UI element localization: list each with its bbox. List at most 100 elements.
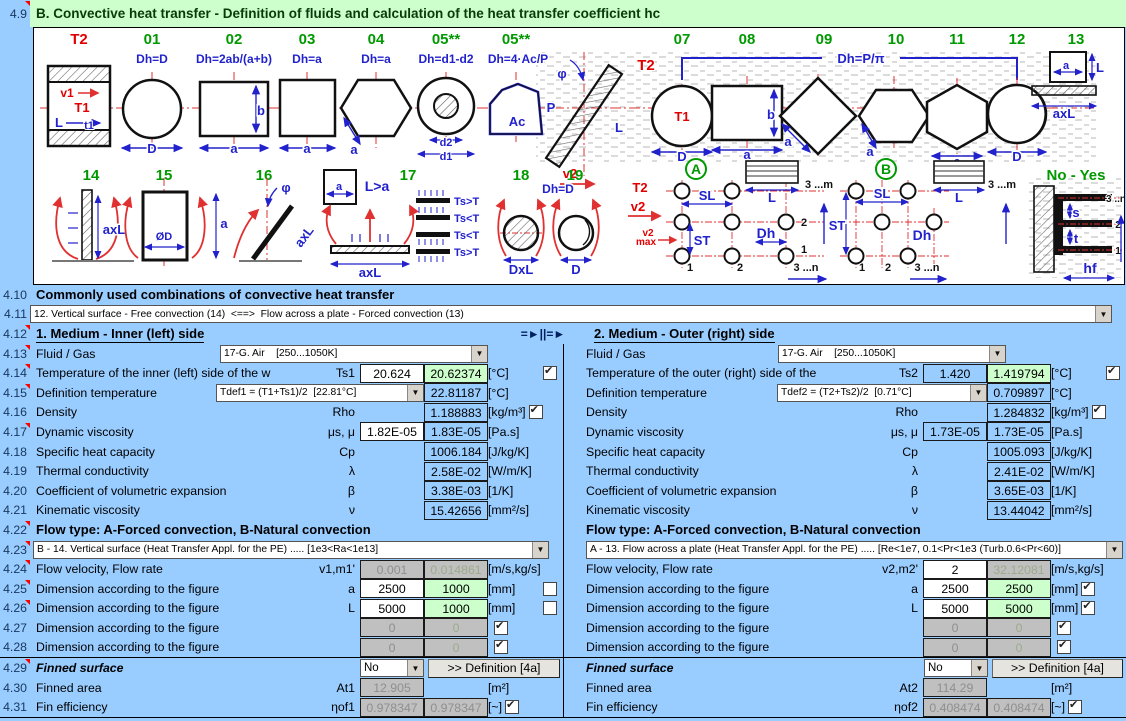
index-3n: 3 ..n <box>1106 194 1124 205</box>
field-label: Temperature of the inner (left) side of … <box>30 366 303 380</box>
dim-d: D <box>677 149 686 164</box>
unit-label: [m²] <box>1051 681 1072 695</box>
symbol-label: ν <box>866 503 923 517</box>
field-label: Dimension according to the figure <box>30 601 303 615</box>
unit-label: [~] <box>488 700 502 714</box>
checkbox[interactable] <box>494 621 508 635</box>
field-label: Density <box>30 405 303 419</box>
input-cell[interactable]: 5000 <box>923 599 987 618</box>
input-cell[interactable]: 2 <box>923 560 987 579</box>
definition-temp-dropdown[interactable]: Tdef2 = (T2+Ts2)/2 [0.71°C] <box>777 384 987 402</box>
result-cell: 2500 <box>987 579 1051 598</box>
checkbox[interactable] <box>543 582 557 596</box>
input-cell[interactable]: 2500 <box>360 579 424 598</box>
checkbox[interactable] <box>1068 700 1082 714</box>
checkbox[interactable] <box>1057 621 1071 635</box>
input-cell[interactable]: 1.82E-05 <box>360 422 424 441</box>
definition-temp-dropdown[interactable]: Tdef1 = (T1+Ts1)/2 [22.81°C] <box>216 384 424 402</box>
dropdown-arrow-icon[interactable] <box>1106 542 1122 558</box>
checkbox[interactable] <box>494 640 508 654</box>
checkbox[interactable] <box>505 700 519 714</box>
dropdown-arrow-icon[interactable] <box>532 542 548 558</box>
dim-dxl: DxL <box>509 262 534 277</box>
checkbox[interactable] <box>1081 601 1095 615</box>
input-cell[interactable]: 5000 <box>360 599 424 618</box>
row-number: 4.23 <box>0 540 30 560</box>
field-label: Fin efficiency <box>30 700 303 714</box>
field-label: Fin efficiency <box>564 700 866 714</box>
shape-number: 10 <box>888 31 905 48</box>
dropdown-arrow-icon[interactable] <box>989 346 1005 362</box>
shape-formula: Dh=D <box>136 52 168 66</box>
input-cell[interactable]: 1.420 <box>923 364 987 383</box>
dim-axl: axL <box>1053 106 1075 121</box>
checkbox[interactable] <box>1092 405 1106 419</box>
dropdown-arrow-icon[interactable] <box>407 660 423 676</box>
symbol-label: Cp <box>303 445 360 459</box>
checkbox[interactable] <box>1057 640 1071 654</box>
dropdown-arrow-icon[interactable] <box>471 346 487 362</box>
input-cell[interactable]: 2500 <box>923 579 987 598</box>
checkbox[interactable] <box>543 601 557 615</box>
shape-formula: Dh=2ab/(a+b) <box>196 52 272 66</box>
result-cell: 0.408474 <box>987 698 1051 717</box>
dropdown-arrow-icon[interactable] <box>971 660 987 676</box>
checkbox[interactable] <box>543 366 557 380</box>
input-cell: 0.001 <box>360 560 424 579</box>
row-number: 4.12 <box>0 324 30 344</box>
input-cell: 12.905 <box>360 678 424 697</box>
finned-surface-dropdown[interactable]: No <box>924 659 988 677</box>
result-cell: 22.81187 <box>424 383 488 402</box>
symbol-label: v2,m2' <box>866 562 923 576</box>
checkbox[interactable] <box>529 405 543 419</box>
row-4-24: 4.24 Flow velocity, Flow rate v1,m1' 0.0… <box>0 559 1126 579</box>
unit-label: [mm] <box>488 582 515 596</box>
checkbox[interactable] <box>1081 582 1095 596</box>
label-ts-lt-t: Ts<T <box>454 230 479 242</box>
row-number: 4.24 <box>0 559 30 579</box>
definition-button[interactable]: >> Definition [4a] <box>428 659 560 678</box>
unit-label: [Pa.s] <box>488 425 519 439</box>
checkbox[interactable] <box>1106 366 1120 380</box>
dropdown-arrow-icon[interactable] <box>970 385 986 401</box>
row-number: 4.28 <box>0 638 30 658</box>
dropdown-arrow-icon[interactable] <box>1095 306 1111 322</box>
right-side-header: 2. Medium - Outer (right) side <box>594 326 775 343</box>
flow-type-dropdown[interactable]: A - 13. Flow across a plate (Heat Transf… <box>586 541 1123 559</box>
row-4-19: 4.19 Thermal conductivity λ 2.58E-02 [W/… <box>0 461 1126 481</box>
finned-surface-dropdown[interactable]: No <box>360 659 424 677</box>
flow-type-dropdown[interactable]: B - 14. Vertical surface (Heat Transfer … <box>33 541 549 559</box>
combination-dropdown[interactable]: 12. Vertical surface - Free convection (… <box>30 305 1112 323</box>
dim-axl: axL <box>103 222 125 237</box>
input-cell: 0 <box>360 638 424 657</box>
definition-button[interactable]: >> Definition [4a] <box>992 659 1123 678</box>
row-number: 4.11 <box>0 305 30 325</box>
row-number: 4.15 <box>0 383 30 403</box>
shape-number: 16 <box>256 167 273 184</box>
dim-d1: d1 <box>440 151 453 163</box>
input-cell: 114.29 <box>923 678 987 697</box>
shape-number: 02 <box>226 31 243 48</box>
row-4-15: 4.15 Definition temperature Tdef1 = (T1+… <box>0 383 1126 403</box>
row-number: 4.17 <box>0 422 30 442</box>
symbol-label: β <box>866 484 923 498</box>
result-cell: 0 <box>987 618 1051 637</box>
row-4-12: 4.12 1. Medium - Inner (left) side =►||=… <box>0 324 1126 344</box>
field-label: Fluid / Gas <box>564 347 778 361</box>
finned-surface-label: Finned surface <box>564 661 924 675</box>
fluid-dropdown[interactable]: 17-G. Air [250...1050K] <box>778 345 1006 363</box>
shape-04-hexagon: 04 Dh=a a <box>341 31 411 157</box>
fluid-dropdown[interactable]: 17-G. Air [250...1050K] <box>220 345 488 363</box>
unit-label: [mm] <box>488 601 515 615</box>
label-t1: T1 <box>674 109 689 124</box>
dropdown-arrow-icon[interactable] <box>407 385 423 401</box>
dim-a: a <box>784 134 792 149</box>
symbol-label: L <box>866 601 923 615</box>
shape-number: 13 <box>1068 31 1085 48</box>
row-4-13: 4.13 Fluid / Gas 17-G. Air [250...1050K]… <box>0 344 1126 364</box>
unit-label: [°C] <box>488 386 509 400</box>
field-label: Specific heat capacity <box>30 445 303 459</box>
convection-figures-panel: T2 v1 T1 L t1 01 Dh=D D 02 Dh=2ab/(a+b) … <box>33 27 1125 285</box>
input-cell[interactable]: 1.73E-05 <box>923 422 987 441</box>
input-cell[interactable]: 20.624 <box>360 364 424 383</box>
